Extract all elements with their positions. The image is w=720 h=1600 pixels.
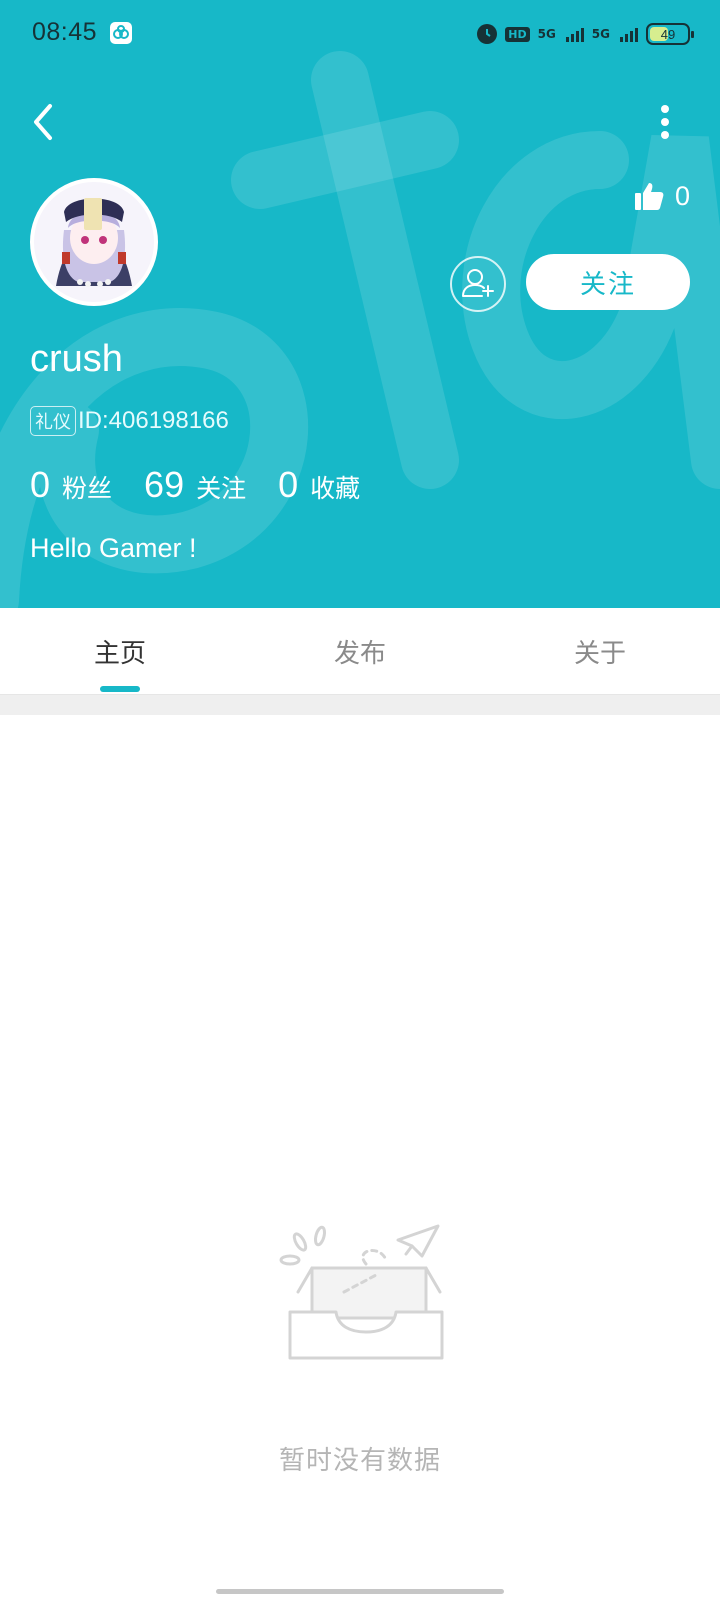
like-group[interactable]: 0 — [633, 180, 690, 212]
status-bar: 08:45 HD 5G 5G 49 — [0, 0, 720, 66]
battery-level: 49 — [660, 26, 676, 42]
thumbs-up-icon — [634, 183, 664, 210]
stat-followers-count: 0 — [30, 464, 51, 505]
tab-about-label: 关于 — [573, 638, 626, 669]
user-id-row: 礼仪 ID:406198166 — [30, 406, 229, 436]
stat-followers[interactable]: 0 粉丝 — [30, 464, 112, 506]
tab-home[interactable]: 主页 — [0, 608, 240, 694]
more-button[interactable] — [650, 100, 680, 144]
network-type-2: 5G — [591, 27, 610, 41]
stat-favorites-count: 0 — [278, 464, 299, 505]
user-id: ID:406198166 — [78, 407, 229, 434]
stat-followers-label: 粉丝 — [62, 474, 113, 503]
battery-tip — [691, 31, 694, 38]
home-indicator[interactable] — [216, 1589, 504, 1594]
back-button[interactable] — [28, 100, 62, 144]
tab-posts[interactable]: 发布 — [240, 608, 480, 694]
tab-home-label: 主页 — [93, 638, 146, 669]
network-type-1: 5G — [537, 27, 556, 41]
follow-button[interactable]: 关注 — [526, 254, 690, 310]
stat-following[interactable]: 69 关注 — [144, 464, 246, 506]
app-notification-icon — [110, 22, 132, 44]
avatar[interactable] — [30, 178, 158, 306]
status-time: 08:45 — [32, 18, 98, 46]
signal-icon — [620, 26, 638, 42]
empty-inbox-icon — [279, 1224, 444, 1360]
empty-state-text: 暂时没有数据 — [278, 1446, 441, 1476]
section-divider — [0, 695, 720, 715]
add-friend-button[interactable] — [450, 256, 506, 312]
tab-about[interactable]: 关于 — [480, 608, 720, 694]
user-bio: Hello Gamer ! — [30, 533, 197, 563]
user-badge: 礼仪 — [30, 406, 76, 436]
avatar-illustration — [34, 182, 154, 302]
profile-tabs: 主页 发布 关于 — [0, 608, 720, 695]
stat-favorites-label: 收藏 — [310, 474, 361, 503]
stat-following-count: 69 — [144, 464, 185, 505]
brand-watermark — [0, 51, 720, 608]
add-user-icon — [462, 269, 494, 297]
back-arrow-icon — [34, 104, 52, 140]
signal-icon — [565, 26, 584, 42]
stats-row: 0 粉丝 69 关注 0 收藏 — [30, 464, 392, 506]
tab-active-indicator — [100, 686, 140, 692]
more-vertical-icon — [661, 105, 669, 139]
username: crush — [30, 338, 123, 380]
alarm-icon — [477, 24, 498, 44]
tab-posts-label: 发布 — [333, 638, 386, 669]
like-count: 0 — [674, 180, 690, 211]
battery-icon: 49 — [646, 23, 694, 45]
status-indicators: HD 5G 5G 49 — [477, 20, 694, 48]
stat-following-label: 关注 — [196, 474, 247, 503]
stat-favorites[interactable]: 0 收藏 — [278, 464, 360, 506]
hd-icon: HD — [505, 26, 530, 42]
profile-header: 08:45 HD 5G 5G 49 0 关注 crush 礼仪 ID:40619… — [0, 0, 720, 608]
